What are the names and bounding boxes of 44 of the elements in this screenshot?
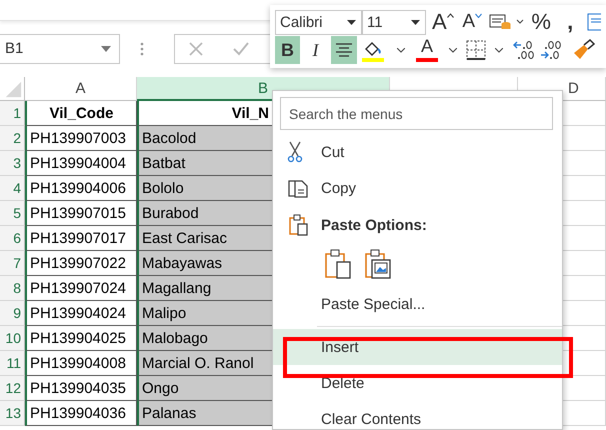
row-header[interactable]: 4: [0, 176, 25, 201]
paste-icon[interactable]: [324, 249, 352, 279]
paste-picture-icon[interactable]: [364, 249, 392, 279]
borders-icon[interactable]: [466, 40, 486, 60]
row-header[interactable]: 5: [0, 201, 25, 226]
bold-button[interactable]: B: [275, 36, 300, 64]
row-header[interactable]: 13: [0, 401, 25, 426]
scissors-icon: [287, 141, 303, 163]
row-header[interactable]: 12: [0, 376, 25, 401]
column-header[interactable]: A: [25, 77, 137, 101]
decrease-decimal-icon[interactable]: [539, 39, 563, 61]
clipboard-icon: [287, 214, 309, 236]
comma-style-button[interactable]: ,: [558, 8, 583, 36]
row-header[interactable]: 1: [0, 101, 25, 126]
row-header[interactable]: 8: [0, 276, 25, 301]
dropdown-caret-icon[interactable]: [397, 48, 405, 52]
row-header[interactable]: 7: [0, 251, 25, 276]
row-header[interactable]: 9: [0, 301, 25, 326]
up-caret-icon: [446, 13, 454, 18]
more-icon[interactable]: [140, 42, 144, 56]
row-header[interactable]: 2: [0, 126, 25, 151]
font-name-dropdown[interactable]: Calibri: [275, 10, 362, 34]
italic-button[interactable]: I: [303, 36, 328, 64]
dropdown-caret-icon[interactable]: [495, 48, 503, 52]
increase-font-size-button[interactable]: A: [430, 8, 456, 36]
search-field[interactable]: Search the menus: [280, 97, 553, 130]
decrease-font-size-button[interactable]: A: [460, 8, 485, 36]
paintbrush-icon[interactable]: [572, 39, 596, 61]
center-align-button[interactable]: [331, 36, 357, 64]
dropdown-caret-icon: [101, 46, 111, 52]
dropdown-caret-icon[interactable]: [449, 48, 457, 52]
font-color-button[interactable]: A: [414, 36, 440, 64]
font-size-dropdown[interactable]: 11: [362, 10, 426, 34]
name-box[interactable]: B1: [0, 34, 120, 64]
row-header[interactable]: 11: [0, 351, 25, 376]
align-icon[interactable]: [586, 11, 601, 33]
column-title-cell: Vil_Code: [25, 101, 137, 126]
increase-decimal-icon[interactable]: [512, 39, 536, 61]
row-header[interactable]: 3: [0, 151, 25, 176]
row-header[interactable]: 6: [0, 226, 25, 251]
percent-style-button[interactable]: %: [528, 8, 554, 36]
center-align-icon: [336, 43, 352, 57]
down-caret-icon: [475, 13, 482, 18]
row-header[interactable]: 10: [0, 326, 25, 351]
